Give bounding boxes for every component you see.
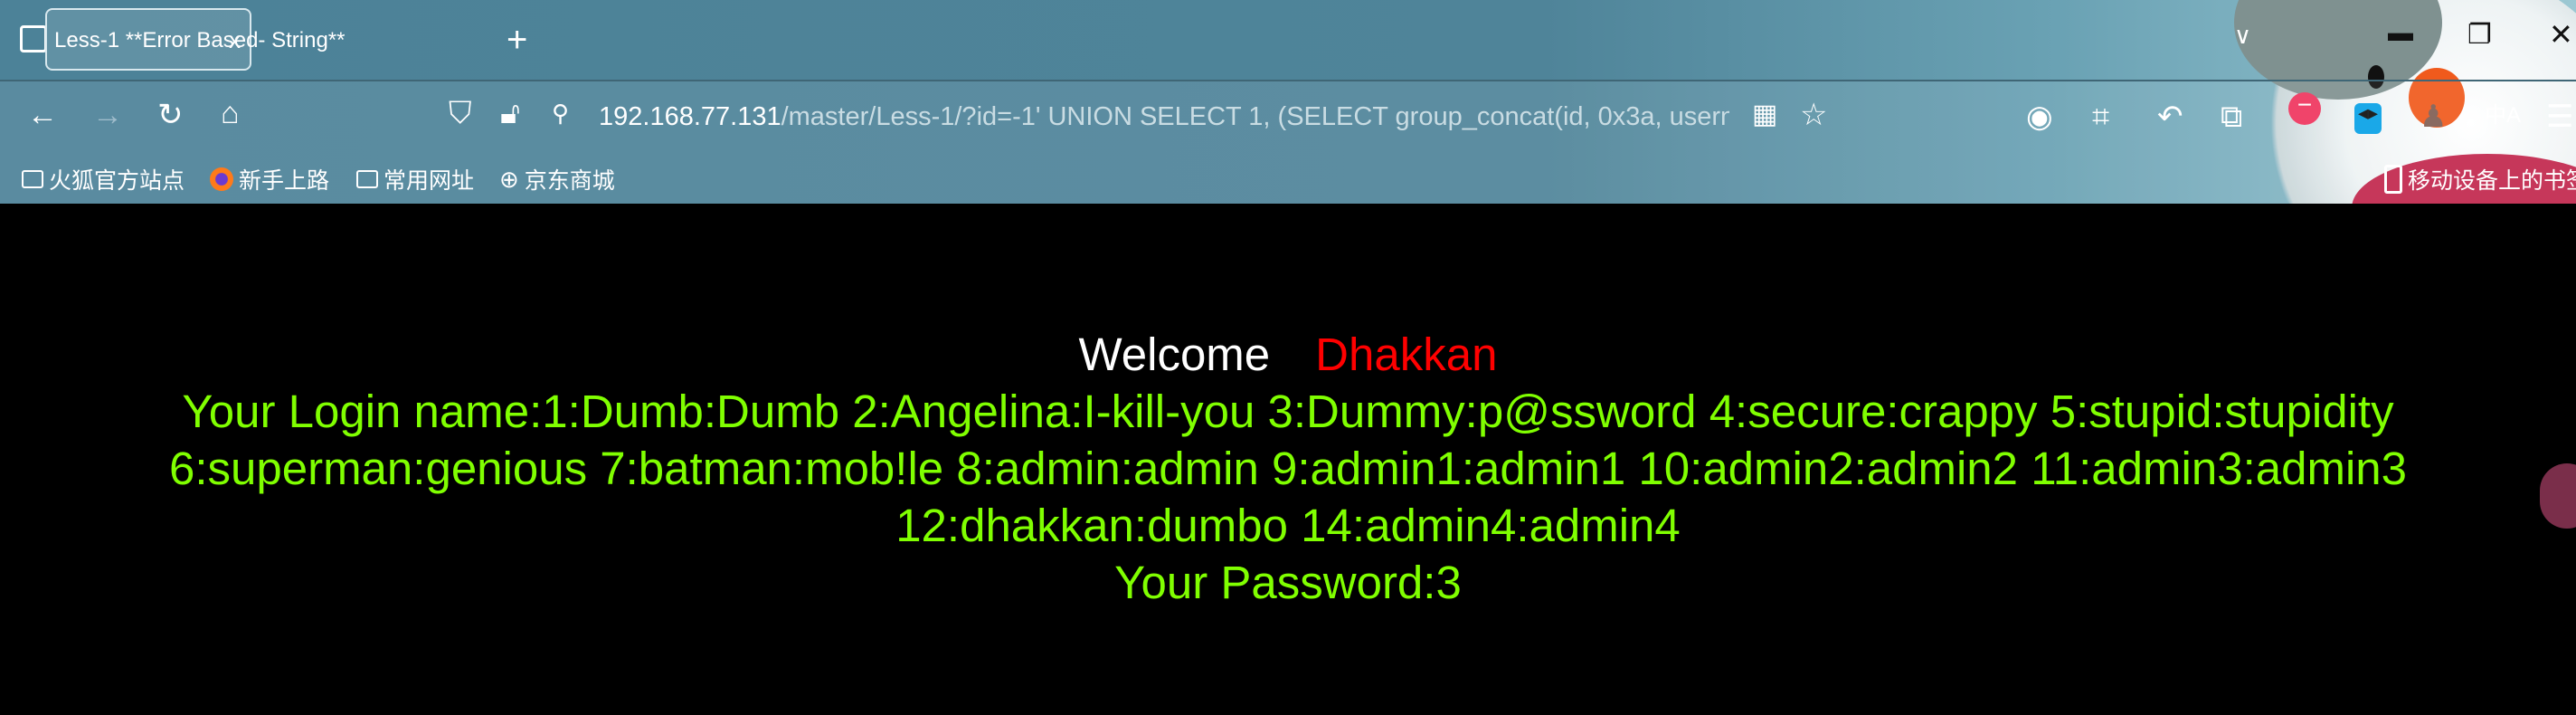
- bookmark-label: 火狐官方站点: [49, 168, 185, 194]
- bookmark-label: 新手上路: [239, 168, 330, 194]
- bookmark-item[interactable]: 火狐官方站点: [22, 163, 185, 195]
- new-tab-button[interactable]: +: [507, 22, 527, 58]
- url-path: /master/Less-1/?id=-1' UNION SELECT 1, (…: [781, 102, 1729, 131]
- globe-icon: ⊕: [499, 165, 519, 193]
- reload-icon[interactable]: ↻: [157, 100, 184, 130]
- screenshot-crop-icon[interactable]: ⌗: [2092, 101, 2109, 132]
- url-bar[interactable]: 192.168.77.131/master/Less-1/?id=-1' UNI…: [599, 102, 1729, 132]
- qr-code-icon[interactable]: ▦: [1752, 101, 1777, 129]
- mobile-bookmarks-label: 移动设备上的书签: [2408, 168, 2576, 194]
- minimize-button[interactable]: ▬: [2388, 20, 2413, 45]
- login-name-line: Your Login name:1:Dumb:Dumb 2:Angelina:I…: [182, 386, 2394, 437]
- login-name-line: 6:superman:genious 7:batman:mob!le 8:adm…: [168, 443, 2408, 494]
- bookmark-item[interactable]: 常用网址: [356, 163, 474, 195]
- folder-icon: [356, 170, 378, 188]
- welcome-text: Welcome: [1078, 329, 1271, 380]
- back-icon[interactable]: ←: [27, 100, 58, 130]
- mobile-device-icon: [2384, 165, 2402, 194]
- welcome-line: Welcome Dhakkan: [0, 326, 2576, 383]
- vpn-extension-icon[interactable]: ◂▸: [2354, 103, 2382, 134]
- bookmark-item[interactable]: 新手上路: [210, 163, 329, 195]
- tab-title: Less-1 **Error Based- String**: [54, 28, 346, 52]
- forward-icon[interactable]: →: [92, 100, 123, 130]
- menu-icon[interactable]: ☰: [2546, 101, 2573, 132]
- translate-icon[interactable]: 中A: [2485, 105, 2521, 127]
- account-icon[interactable]: ◉: [2026, 101, 2053, 132]
- tab-overflow-chevron-icon[interactable]: ∨: [2234, 24, 2251, 47]
- browser-chrome: Less-1 **Error Based- String** x + ∨ ▬ ❐…: [0, 0, 2576, 204]
- tracking-shield-icon[interactable]: ⛉: [449, 98, 472, 129]
- firefox-icon: [210, 167, 233, 191]
- password-line: Your Password:3: [1114, 557, 1462, 608]
- tab-list-icon[interactable]: [20, 25, 47, 52]
- bookmark-star-icon[interactable]: ☆: [1800, 100, 1827, 130]
- bookmark-label: 京东商城: [524, 168, 615, 194]
- page-content: Welcome Dhakkan Your Login name:1:Dumb:Du…: [0, 326, 2576, 611]
- tab-close-button[interactable]: x: [229, 26, 241, 54]
- undo-icon[interactable]: ↶: [2157, 101, 2183, 132]
- extensions-icon[interactable]: ⧉: [2221, 101, 2242, 132]
- floating-translate-button[interactable]: [2540, 463, 2576, 529]
- insecure-lock-icon[interactable]: 🔓︎: [500, 98, 520, 129]
- close-window-button[interactable]: ✕: [2549, 20, 2573, 49]
- adblock-extension-icon[interactable]: −: [2288, 92, 2321, 125]
- home-icon[interactable]: ⌂: [221, 98, 240, 129]
- tab-bar: Less-1 **Error Based- String** x + ∨ ▬ ❐…: [0, 0, 2576, 81]
- folder-icon: [22, 170, 43, 188]
- permissions-icon[interactable]: ⚲: [552, 101, 569, 125]
- bookmark-label: 常用网址: [384, 168, 475, 194]
- login-name-line: 12:dhakkan:dumbo 14:admin4:admin4: [895, 500, 1681, 551]
- bookmark-item[interactable]: ⊕ 京东商城: [499, 163, 615, 195]
- user-name: Dhakkan: [1315, 329, 1498, 380]
- tab-active[interactable]: Less-1 **Error Based- String** x: [45, 8, 345, 71]
- mobile-bookmarks[interactable]: 移动设备上的书签: [2384, 163, 2576, 195]
- url-host: 192.168.77.131: [599, 102, 781, 131]
- restore-button[interactable]: ❐: [2467, 22, 2492, 49]
- incognito-extension-icon[interactable]: ♟: [2420, 101, 2447, 132]
